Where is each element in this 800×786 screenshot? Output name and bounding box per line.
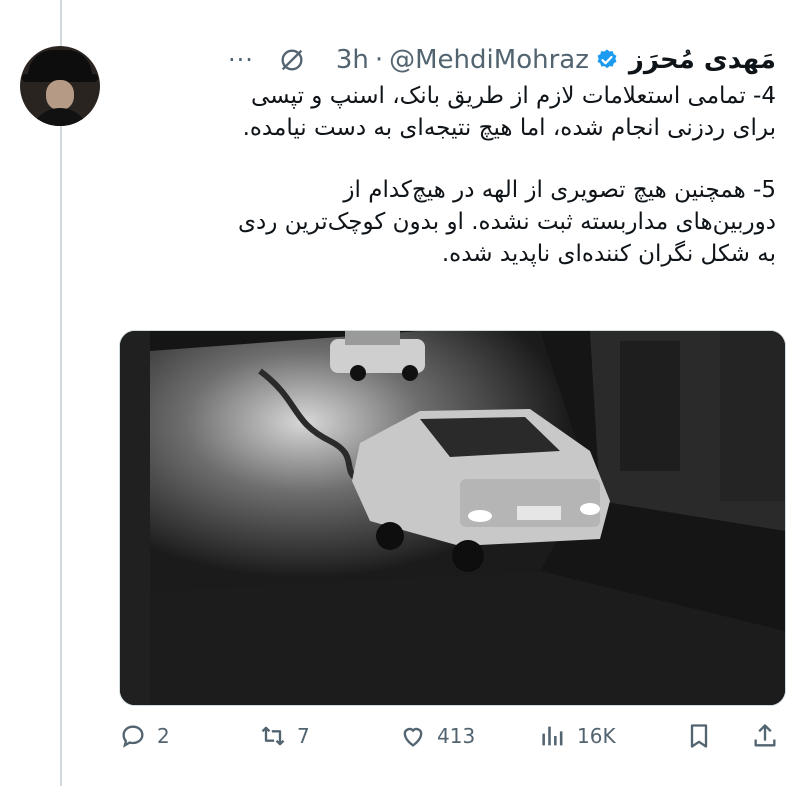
display-name[interactable]: مَهدی مُحرَز	[629, 45, 776, 75]
more-options-icon[interactable]: ···	[228, 46, 254, 74]
reply-icon	[122, 725, 144, 748]
share-button[interactable]	[751, 718, 779, 754]
grok-icon[interactable]	[278, 46, 306, 74]
tweet-paragraph-2: 5- همچنین هیچ تصویری از الهه در هیچ‌کدام…	[126, 174, 776, 270]
bookmark-icon	[690, 724, 708, 748]
tweet-line: به شکل نگران کننده‌ای ناپدید شده.	[441, 241, 776, 267]
like-button[interactable]: 413	[399, 718, 475, 754]
tweet-line: برای ردزنی انجام شده، اما هیچ نتیجه‌ای ب…	[242, 115, 776, 141]
avatar-face	[46, 80, 74, 110]
share-icon	[754, 724, 776, 747]
tweet-line: 4- تمامی استعلامات لازم از طریق بانک، اس…	[250, 83, 776, 109]
user-handle[interactable]: @MehdiMohraz	[389, 45, 589, 75]
views-icon	[542, 726, 563, 746]
repost-icon	[261, 726, 285, 746]
reply-button[interactable]: 2	[119, 718, 170, 754]
views-count: 16K	[577, 724, 616, 748]
tweet-text: 4- تمامی استعلامات لازم از طریق بانک، اس…	[126, 80, 776, 270]
tweet-line: دوربین‌های مداربسته ثبت نشده. او بدون کو…	[238, 209, 776, 235]
tweet-actions-bar: 2 7 413 16K	[119, 718, 784, 754]
reply-count: 2	[157, 724, 170, 748]
like-count: 413	[437, 724, 476, 748]
avatar-coat	[30, 108, 90, 126]
repost-count: 7	[297, 724, 310, 748]
verified-badge-icon	[597, 49, 617, 69]
cctv-street-photo	[120, 331, 785, 705]
tweet-paragraph-1: 4- تمامی استعلامات لازم از طریق بانک، اس…	[126, 80, 776, 144]
tweet-line: 5- همچنین هیچ تصویری از الهه در هیچ‌کدام…	[343, 177, 776, 203]
tweet-timestamp[interactable]: 3h	[336, 45, 369, 75]
tweet-header: ··· 3h · @MehdiMohraz مَهدی مُحرَز	[228, 40, 776, 80]
bookmark-button[interactable]	[685, 718, 713, 754]
header-separator: ·	[374, 45, 384, 75]
tweet-media-image[interactable]	[119, 330, 786, 706]
heart-icon	[403, 727, 423, 747]
avatar[interactable]	[20, 46, 100, 126]
views-button[interactable]: 16K	[539, 718, 616, 754]
repost-button[interactable]: 7	[259, 718, 310, 754]
